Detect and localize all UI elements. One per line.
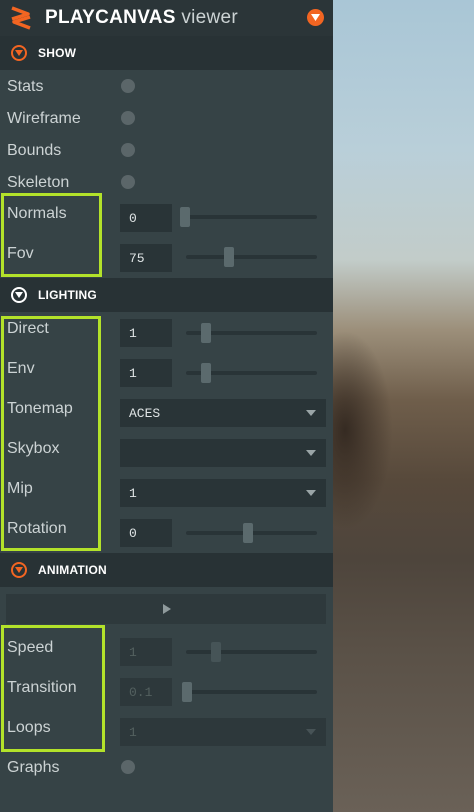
speed-label: Speed — [7, 639, 54, 656]
speed-slider[interactable] — [186, 650, 317, 654]
normals-label: Normals — [7, 205, 67, 222]
section-animation-title: ANIMATION — [38, 563, 107, 577]
app-subtitle: viewer — [175, 7, 239, 28]
skybox-label: Skybox — [7, 440, 60, 457]
section-animation-header[interactable]: ANIMATION — [0, 553, 333, 587]
playcanvas-logo-icon — [11, 6, 31, 30]
play-icon[interactable] — [163, 604, 171, 614]
highlight-box-lighting — [1, 316, 101, 551]
speed-input[interactable]: 1 — [120, 638, 172, 666]
env-input[interactable]: 1 — [120, 359, 172, 387]
normals-slider-handle[interactable] — [180, 207, 190, 227]
viewer-panel: PLAYCANVAS viewer SHOW Stats Wireframe B… — [0, 0, 333, 812]
caret-down-icon — [306, 490, 316, 496]
rotation-label: Rotation — [7, 520, 67, 537]
transition-slider[interactable] — [186, 690, 317, 694]
section-show-title: SHOW — [38, 46, 77, 60]
chevron-down-icon — [11, 45, 27, 61]
graphs-label: Graphs — [7, 759, 60, 776]
stats-label: Stats — [7, 78, 44, 95]
bounds-label: Bounds — [7, 142, 62, 159]
animation-play-bar[interactable] — [6, 594, 326, 624]
env-slider-handle[interactable] — [201, 363, 211, 383]
wireframe-toggle[interactable] — [121, 111, 135, 125]
tonemap-label: Tonemap — [7, 400, 73, 417]
loops-value: 1 — [129, 725, 137, 740]
fov-label: Fov — [7, 245, 34, 262]
direct-input[interactable]: 1 — [120, 319, 172, 347]
stats-toggle[interactable] — [121, 79, 135, 93]
wireframe-label: Wireframe — [7, 110, 81, 127]
graphs-toggle[interactable] — [121, 760, 135, 774]
normals-input[interactable]: 0 — [120, 204, 172, 232]
caret-down-icon — [306, 729, 316, 735]
chevron-down-icon — [11, 287, 27, 303]
section-show-header[interactable]: SHOW — [0, 36, 333, 70]
fov-slider-handle[interactable] — [224, 247, 234, 267]
skybox-select[interactable] — [120, 439, 326, 467]
section-lighting-header[interactable]: LIGHTING — [0, 278, 333, 312]
caret-down-icon — [306, 410, 316, 416]
app-brand: PLAYCANVAS — [45, 7, 176, 28]
rotation-slider-handle[interactable] — [243, 523, 253, 543]
transition-slider-handle[interactable] — [182, 682, 192, 702]
viewport-canvas[interactable] — [333, 0, 474, 812]
rotation-input[interactable]: 0 — [120, 519, 172, 547]
mip-select[interactable]: 1 — [120, 479, 326, 507]
chevron-down-icon — [311, 14, 320, 21]
normals-slider[interactable] — [186, 215, 317, 219]
skeleton-label: Skeleton — [7, 174, 70, 191]
chevron-down-icon — [11, 562, 27, 578]
transition-label: Transition — [7, 679, 77, 696]
fov-input[interactable]: 75 — [120, 244, 172, 272]
direct-slider-handle[interactable] — [201, 323, 211, 343]
app-title: PLAYCANVAS viewer — [45, 7, 238, 29]
scene-object — [333, 330, 393, 530]
panel-collapse-button[interactable] — [307, 9, 324, 26]
title-bar: PLAYCANVAS viewer — [0, 0, 333, 36]
env-label: Env — [7, 360, 35, 377]
bounds-toggle[interactable] — [121, 143, 135, 157]
mip-value: 1 — [129, 486, 137, 501]
transition-input[interactable]: 0.1 — [120, 678, 172, 706]
skeleton-toggle[interactable] — [121, 175, 135, 189]
speed-slider-handle[interactable] — [211, 642, 221, 662]
mip-label: Mip — [7, 480, 33, 497]
loops-label: Loops — [7, 719, 51, 736]
caret-down-icon — [306, 450, 316, 456]
direct-label: Direct — [7, 320, 49, 337]
fov-slider[interactable] — [186, 255, 317, 259]
loops-select[interactable]: 1 — [120, 718, 326, 746]
section-lighting-title: LIGHTING — [38, 288, 97, 302]
tonemap-select[interactable]: ACES — [120, 399, 326, 427]
tonemap-value: ACES — [129, 406, 161, 421]
